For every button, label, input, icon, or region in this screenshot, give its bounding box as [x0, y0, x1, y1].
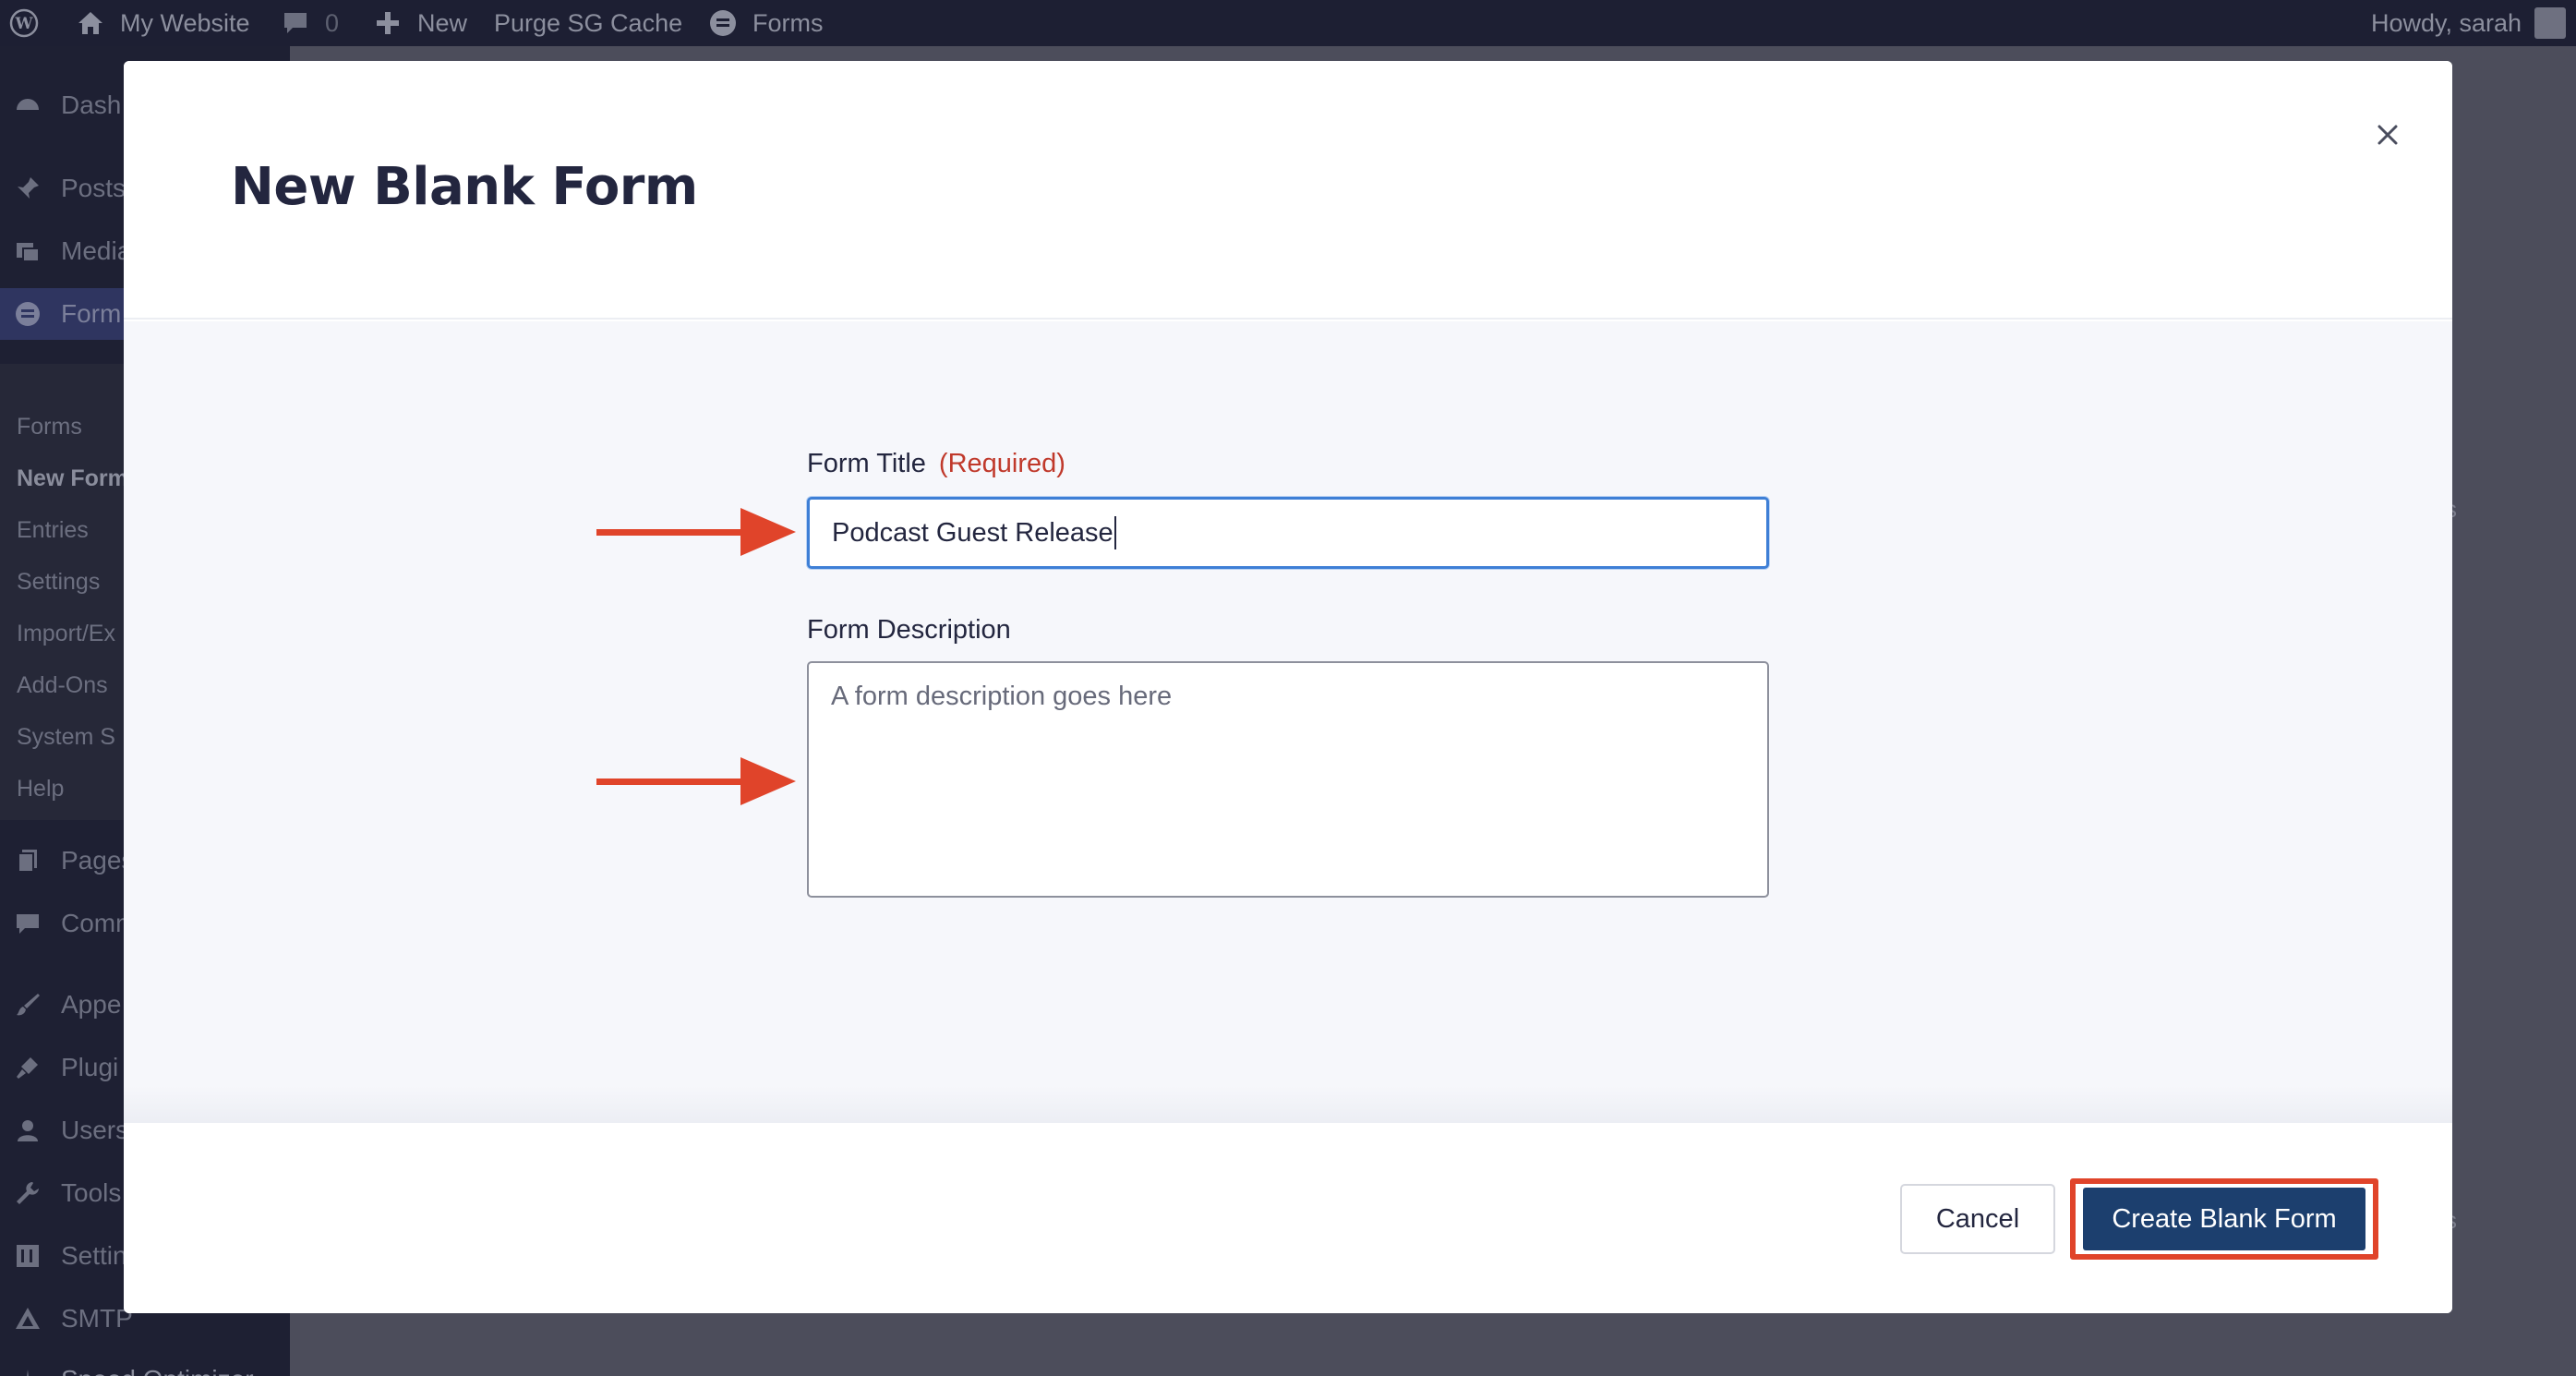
submenu-forms[interactable]: Forms [17, 414, 82, 441]
sidebar-item-label: Tools [61, 1178, 122, 1207]
avatar [2534, 7, 2567, 39]
comments-icon [13, 909, 42, 938]
modal-title: New Blank Form [231, 157, 698, 217]
brush-icon [13, 990, 42, 1020]
comment-bubble-icon [279, 6, 312, 40]
sidebar-item-label: Speed Optimizer [61, 1365, 254, 1376]
form-description-placeholder: A form description goes here [831, 682, 1173, 711]
comments-count: 0 [325, 8, 340, 37]
modal-header: New Blank Form [124, 61, 2452, 320]
annotation-arrow-icon [596, 757, 796, 805]
sidebar-item-label: Form [61, 299, 122, 328]
form-description-label: Form Description [807, 615, 1011, 645]
submenu-entries[interactable]: Entries [17, 517, 89, 544]
sidebar-item-label: Media [61, 236, 132, 265]
close-icon [2377, 124, 2399, 151]
submenu-settings[interactable]: Settings [17, 569, 100, 596]
form-title-label-text: Form Title [807, 449, 926, 478]
wordpress-icon: W [7, 6, 41, 40]
sidebar-item-label: SMTP [61, 1304, 133, 1333]
home-icon [74, 6, 107, 40]
forms-icon [13, 299, 42, 329]
sidebar-item-label: Posts [61, 174, 126, 202]
wrench-icon [13, 1178, 42, 1208]
sidebar-item-label: Plugi [61, 1053, 119, 1081]
form-title-label: Form Title (Required) [807, 449, 1065, 479]
submenu-help[interactable]: Help [17, 776, 64, 803]
howdy-label: Howdy, sarah [2371, 8, 2522, 37]
submenu-system-status[interactable]: System S [17, 724, 115, 751]
new-content-link[interactable]: New [371, 0, 467, 46]
sidebar-item-label: Users [61, 1116, 129, 1144]
forms-icon [706, 6, 740, 40]
media-icon [13, 236, 42, 266]
settings-icon [13, 1241, 42, 1271]
submenu-import-export[interactable]: Import/Ex [17, 621, 115, 647]
sidebar-item-label: Appe [61, 990, 122, 1019]
wordpress-logo-icon[interactable]: W [7, 0, 54, 46]
plus-icon [371, 6, 404, 40]
close-button[interactable] [2362, 111, 2413, 163]
site-name-label: My Website [120, 8, 250, 37]
pages-icon [13, 846, 42, 875]
form-description-textarea[interactable]: A form description goes here [807, 661, 1769, 898]
cancel-button[interactable]: Cancel [1900, 1184, 2055, 1254]
purge-label: Purge SG Cache [494, 8, 683, 37]
sidebar-item-speed-optimizer[interactable]: Speed Optimizer [0, 1354, 290, 1376]
sidebar-item-label: Dash [61, 91, 122, 119]
submenu-add-ons[interactable]: Add-Ons [17, 672, 108, 699]
account-menu[interactable]: Howdy, sarah [2371, 0, 2567, 46]
required-indicator: (Required) [938, 449, 1065, 478]
speed-icon [13, 1365, 42, 1376]
forms-label: Forms [752, 8, 824, 37]
pin-icon [13, 174, 42, 203]
create-blank-form-button[interactable]: Create Blank Form [2083, 1188, 2365, 1250]
plugin-icon [13, 1053, 42, 1082]
comments-link[interactable]: 0 [279, 0, 339, 46]
sidebar-item-label: Settin [61, 1241, 127, 1270]
new-form-modal: New Blank Form Form Title (Required) Podc… [124, 61, 2452, 1313]
form-title-value: Podcast Guest Release [832, 517, 1113, 548]
annotation-arrow-icon [596, 508, 796, 556]
form-title-input[interactable]: Podcast Guest Release [807, 497, 1769, 569]
svg-text:W: W [14, 15, 33, 33]
smtp-icon [13, 1304, 42, 1334]
admin-bar: W My Website 0 New Purge SG Cache Forms … [0, 0, 2576, 46]
dashboard-icon [13, 91, 42, 120]
purge-cache-link[interactable]: Purge SG Cache [494, 0, 682, 46]
forms-link[interactable]: Forms [706, 0, 824, 46]
submenu-new-form[interactable]: New Form [17, 465, 128, 492]
text-cursor [1113, 516, 1116, 549]
new-label: New [417, 8, 468, 37]
user-icon [13, 1116, 42, 1145]
site-name-link[interactable]: My Website [74, 0, 250, 46]
